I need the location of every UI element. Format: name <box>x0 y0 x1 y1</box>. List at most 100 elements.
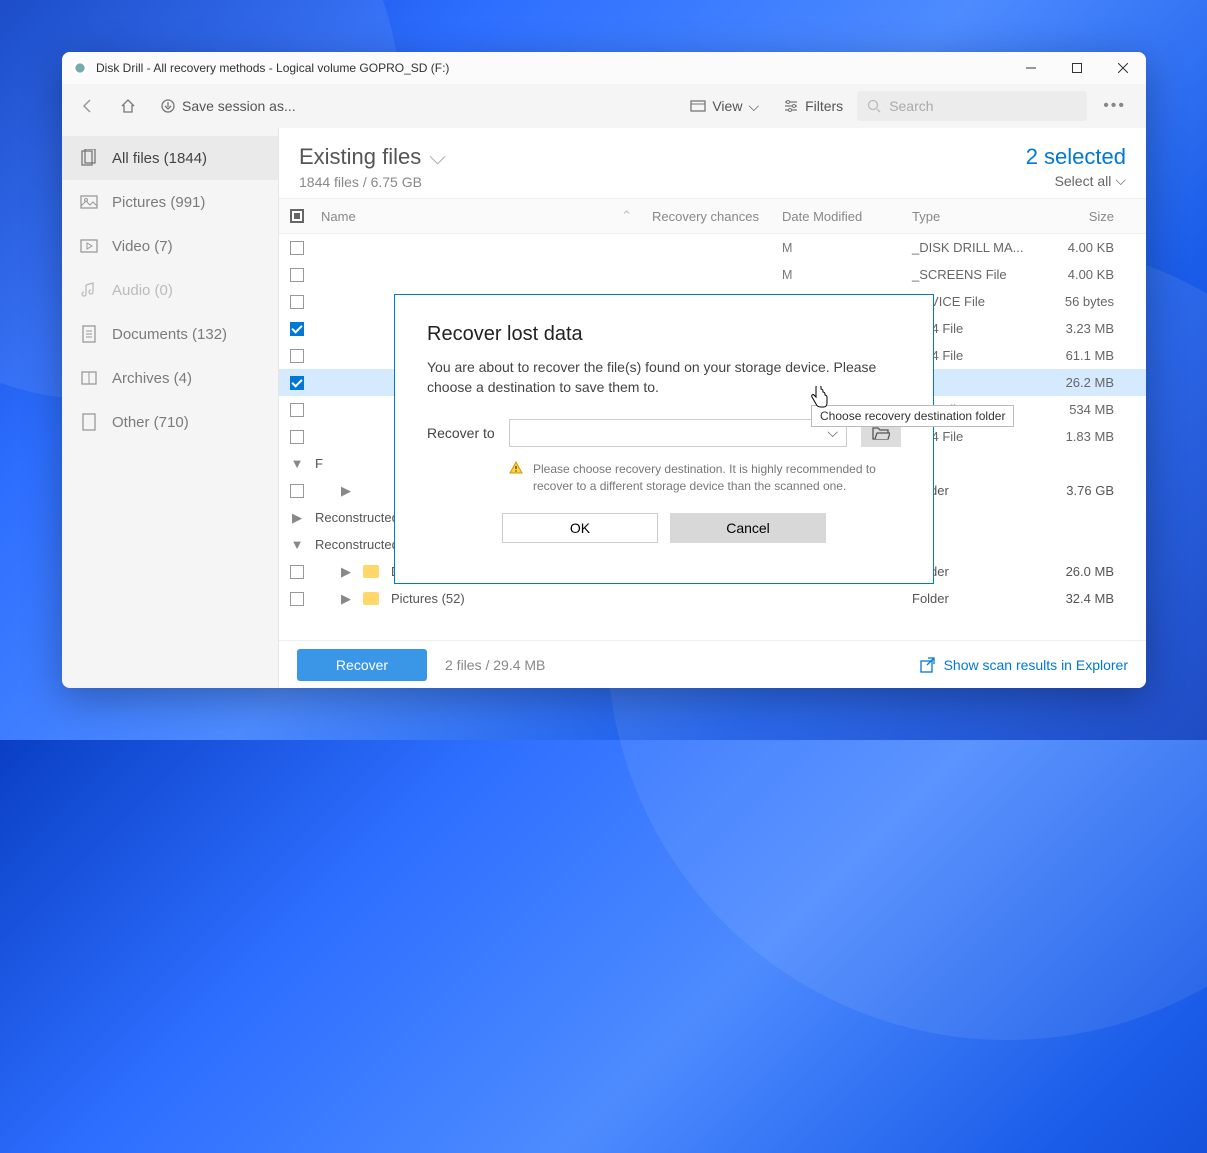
folder-open-icon <box>872 425 890 441</box>
row-size: 56 bytes <box>1032 294 1132 309</box>
video-icon <box>80 237 98 255</box>
search-placeholder: Search <box>889 98 933 114</box>
sidebar: All files (1844) Pictures (991) Video (7… <box>62 128 279 688</box>
row-size: 61.1 MB <box>1032 348 1132 363</box>
expand-arrow-icon[interactable]: ▶ <box>341 483 351 499</box>
destination-combobox[interactable] <box>509 419 847 447</box>
external-link-icon <box>920 657 936 673</box>
show-in-explorer-link[interactable]: Show scan results in Explorer <box>920 657 1128 673</box>
view-title-dropdown[interactable]: Existing files ⌵ <box>299 144 1026 170</box>
row-checkbox[interactable] <box>290 592 304 606</box>
chevron-down-icon: ⌵ <box>1115 172 1126 189</box>
filters-button[interactable]: Filters <box>773 92 853 120</box>
row-size: 4.00 KB <box>1032 267 1132 282</box>
titlebar: Disk Drill - All recovery methods - Logi… <box>62 52 1146 84</box>
row-checkbox[interactable] <box>290 430 304 444</box>
recover-button[interactable]: Recover <box>297 649 427 681</box>
maximize-button[interactable] <box>1054 52 1100 84</box>
row-checkbox[interactable] <box>290 268 304 282</box>
folder-icon <box>363 565 379 578</box>
row-size: 4.00 KB <box>1032 240 1132 255</box>
row-checkbox[interactable] <box>290 241 304 255</box>
archives-icon <box>80 369 98 387</box>
sidebar-item-label: Audio (0) <box>112 282 173 299</box>
row-date: M <box>782 241 912 255</box>
audio-icon <box>80 281 98 299</box>
chevron-down-icon: ⌵ <box>748 98 759 115</box>
sidebar-item-other[interactable]: Other (710) <box>62 400 278 444</box>
view-label: View <box>712 98 742 114</box>
table-header: Name⌃ Recovery chances Date Modified Typ… <box>279 198 1146 234</box>
save-session-button[interactable]: Save session as... <box>150 92 306 120</box>
filters-label: Filters <box>805 98 843 114</box>
sidebar-item-documents[interactable]: Documents (132) <box>62 312 278 356</box>
row-checkbox[interactable] <box>290 322 304 336</box>
save-session-label: Save session as... <box>182 98 296 114</box>
other-icon <box>80 413 98 431</box>
app-icon <box>72 60 88 76</box>
row-name: Pictures (52) <box>391 591 465 606</box>
file-count-summary: 1844 files / 6.75 GB <box>299 174 1026 190</box>
sidebar-item-archives[interactable]: Archives (4) <box>62 356 278 400</box>
column-name[interactable]: Name⌃ <box>315 208 652 224</box>
group-row[interactable]: ▶ Pictures (52) Folder32.4 MB <box>279 585 1146 612</box>
app-window: Disk Drill - All recovery methods - Logi… <box>62 52 1146 688</box>
sidebar-item-label: Documents (132) <box>112 326 227 343</box>
row-type: _SCREENS File <box>912 267 1032 282</box>
home-button[interactable] <box>110 92 146 120</box>
column-type[interactable]: Type <box>912 209 1032 224</box>
back-button[interactable] <box>70 92 106 120</box>
dialog-ok-button[interactable]: OK <box>502 513 658 543</box>
tooltip: Choose recovery destination folder <box>811 405 1014 427</box>
view-button[interactable]: View ⌵ <box>680 92 769 121</box>
group-toggle-icon[interactable]: ▶ <box>279 510 315 526</box>
table-row[interactable]: M_SCREENS File4.00 KB <box>279 261 1146 288</box>
more-menu-button[interactable]: ••• <box>1091 91 1138 121</box>
row-checkbox[interactable] <box>290 403 304 417</box>
sort-asc-icon: ⌃ <box>621 208 632 224</box>
sidebar-item-audio[interactable]: Audio (0) <box>62 268 278 312</box>
sidebar-item-label: Archives (4) <box>112 370 192 387</box>
row-checkbox[interactable] <box>290 565 304 579</box>
sidebar-item-video[interactable]: Video (7) <box>62 224 278 268</box>
row-checkbox[interactable] <box>290 376 304 390</box>
expand-arrow-icon[interactable]: ▶ <box>341 564 351 580</box>
close-button[interactable] <box>1100 52 1146 84</box>
sidebar-item-label: All files (1844) <box>112 150 207 167</box>
column-size[interactable]: Size <box>1032 209 1132 224</box>
row-checkbox[interactable] <box>290 484 304 498</box>
show-in-explorer-label: Show scan results in Explorer <box>944 657 1128 673</box>
column-date[interactable]: Date Modified <box>782 209 912 224</box>
window-title: Disk Drill - All recovery methods - Logi… <box>96 61 1008 75</box>
table-row[interactable]: M_DISK DRILL MA...4.00 KB <box>279 234 1146 261</box>
expand-arrow-icon[interactable]: ▶ <box>341 591 351 607</box>
row-checkbox[interactable] <box>290 295 304 309</box>
dialog-description: You are about to recover the file(s) fou… <box>427 358 901 397</box>
minimize-button[interactable] <box>1008 52 1054 84</box>
dialog-cancel-button[interactable]: Cancel <box>670 513 826 543</box>
dialog-hint: Please choose recovery destination. It i… <box>533 461 901 495</box>
toolbar: Save session as... View ⌵ Filters Search… <box>62 84 1146 128</box>
warning-icon <box>509 461 523 475</box>
column-recovery[interactable]: Recovery chances <box>652 209 782 224</box>
row-size: 32.4 MB <box>1032 591 1132 606</box>
row-date: M <box>782 268 912 282</box>
row-size: 534 MB <box>1032 402 1132 417</box>
row-checkbox[interactable] <box>290 349 304 363</box>
select-all-checkbox[interactable] <box>290 209 304 223</box>
row-size: 26.0 MB <box>1032 564 1132 579</box>
row-type: Folder <box>912 591 1032 606</box>
select-all-button[interactable]: Select all ⌵ <box>1026 172 1126 189</box>
recover-to-label: Recover to <box>427 425 495 441</box>
pictures-icon <box>80 193 98 211</box>
search-input[interactable]: Search <box>857 91 1087 121</box>
sidebar-item-pictures[interactable]: Pictures (991) <box>62 180 278 224</box>
sidebar-item-all-files[interactable]: All files (1844) <box>62 136 278 180</box>
row-type: _DISK DRILL MA... <box>912 240 1032 255</box>
row-size: 26.2 MB <box>1032 375 1132 390</box>
group-toggle-icon[interactable]: ▼ <box>279 456 315 471</box>
select-all-label: Select all <box>1055 173 1112 189</box>
group-toggle-icon[interactable]: ▼ <box>279 537 315 552</box>
selected-count: 2 selected <box>1026 144 1126 170</box>
folder-icon <box>363 592 379 605</box>
